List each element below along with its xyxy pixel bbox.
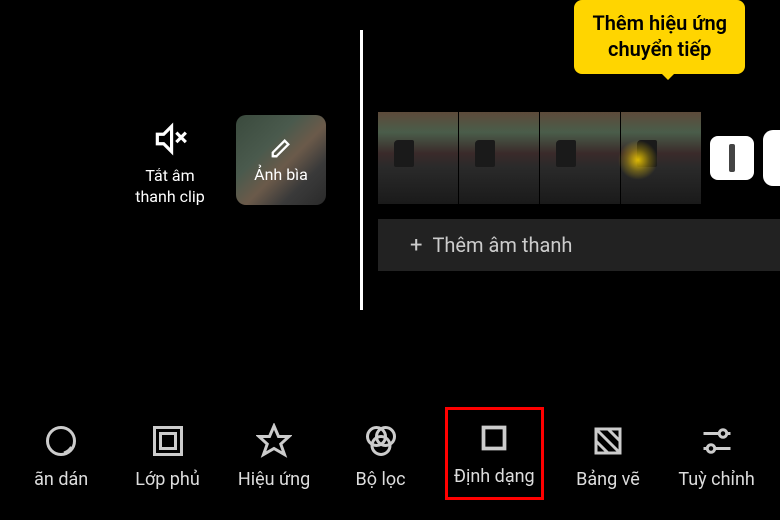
mute-label-2: thanh clip <box>130 187 210 208</box>
timeline-playhead[interactable] <box>360 30 363 310</box>
clip-frame[interactable] <box>459 112 539 204</box>
sliders-icon <box>699 423 735 459</box>
tool-effect-label: Hiệu ứng <box>238 469 310 490</box>
add-audio-button[interactable]: + Thêm âm thanh <box>378 219 780 271</box>
tool-filter-label: Bộ lọc <box>356 469 406 490</box>
tool-adjust[interactable]: Tuỳ chỉnh <box>672 413 760 500</box>
clip-frame[interactable] <box>540 112 620 204</box>
mute-label-1: Tắt âm <box>130 166 210 187</box>
tool-canvas-label: Bảng vẽ <box>576 469 640 490</box>
timeline-strip[interactable] <box>378 112 780 204</box>
transition-button[interactable] <box>708 112 756 204</box>
tool-canvas[interactable]: Bảng vẽ <box>566 413 650 500</box>
tool-format-label: Định dạng <box>454 466 535 487</box>
add-audio-label: Thêm âm thanh <box>432 233 572 257</box>
tool-filter[interactable]: Bộ lọc <box>339 413 423 500</box>
tooltip-line2: chuyển tiếp <box>592 36 727 62</box>
mute-icon <box>151 120 189 158</box>
bottom-toolbar: ãn dán Lớp phủ Hiệu ứng Bộ lọc <box>0 407 780 500</box>
cover-thumbnail-button[interactable]: Ảnh bìa <box>236 115 326 205</box>
cover-label: Ảnh bìa <box>254 165 308 184</box>
pencil-icon <box>270 137 292 159</box>
tool-format[interactable]: Định dạng <box>445 407 544 500</box>
clip-frame[interactable] <box>378 112 458 204</box>
tool-sticker-label: ãn dán <box>34 469 88 490</box>
filter-icon <box>363 423 399 459</box>
transition-tooltip: Thêm hiệu ứng chuyển tiếp <box>574 0 745 74</box>
star-icon <box>256 423 292 459</box>
tool-overlay[interactable]: Lớp phủ <box>126 413 210 500</box>
plus-small-icon: + <box>410 233 422 258</box>
tooltip-glow <box>618 140 658 180</box>
overlay-icon <box>150 423 186 459</box>
add-clip-button[interactable] <box>763 112 780 204</box>
tool-adjust-label: Tuỳ chỉnh <box>678 469 754 490</box>
format-icon <box>476 420 512 456</box>
canvas-icon <box>590 423 626 459</box>
tooltip-line1: Thêm hiệu ứng <box>592 10 727 36</box>
sticker-icon <box>43 423 79 459</box>
transition-bar-icon <box>710 136 754 180</box>
tool-effect[interactable]: Hiệu ứng <box>232 413 316 500</box>
tool-sticker[interactable]: ãn dán <box>19 413 103 500</box>
mute-clip-button[interactable]: Tắt âm thanh clip <box>130 120 210 208</box>
tool-overlay-label: Lớp phủ <box>135 469 200 490</box>
plus-icon <box>763 130 780 186</box>
